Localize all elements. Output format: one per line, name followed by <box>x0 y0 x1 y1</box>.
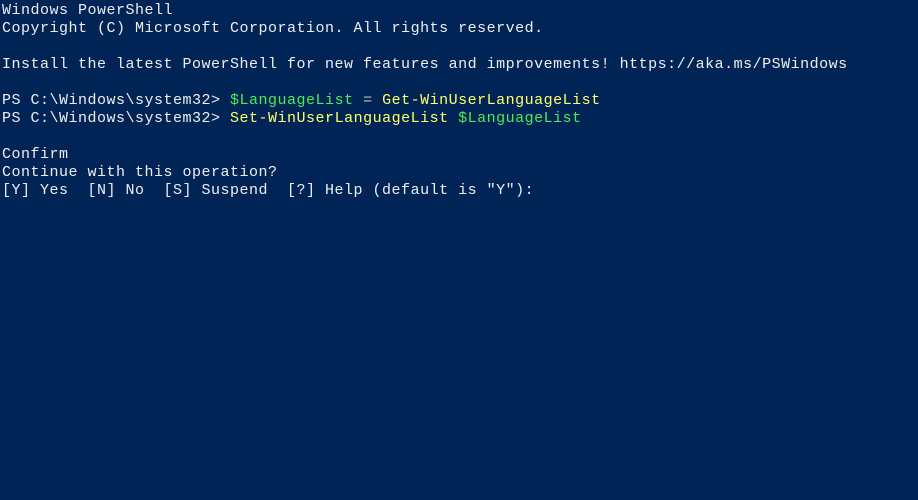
blank-line <box>2 74 916 92</box>
shell-title: Windows PowerShell <box>2 2 916 20</box>
install-notice: Install the latest PowerShell for new fe… <box>2 56 916 74</box>
blank-line <box>2 38 916 56</box>
variable-name: $LanguageList <box>458 110 582 127</box>
command-line-2: PS C:\Windows\system32> Set-WinUserLangu… <box>2 110 916 128</box>
prompt-text: PS C:\Windows\system32> <box>2 92 230 109</box>
cmdlet-name: Get-WinUserLanguageList <box>382 92 601 109</box>
copyright-line: Copyright (C) Microsoft Corporation. All… <box>2 20 916 38</box>
confirm-question: Continue with this operation? <box>2 164 916 182</box>
variable-name: $LanguageList <box>230 92 354 109</box>
blank-line <box>2 128 916 146</box>
confirm-title: Confirm <box>2 146 916 164</box>
confirm-prompt[interactable]: [Y] Yes [N] No [S] Suspend [?] Help (def… <box>2 182 916 200</box>
command-line-1: PS C:\Windows\system32> $LanguageList = … <box>2 92 916 110</box>
cmdlet-name: Set-WinUserLanguageList <box>230 110 458 127</box>
prompt-text: PS C:\Windows\system32> <box>2 110 230 127</box>
assignment-operator: = <box>354 92 383 109</box>
